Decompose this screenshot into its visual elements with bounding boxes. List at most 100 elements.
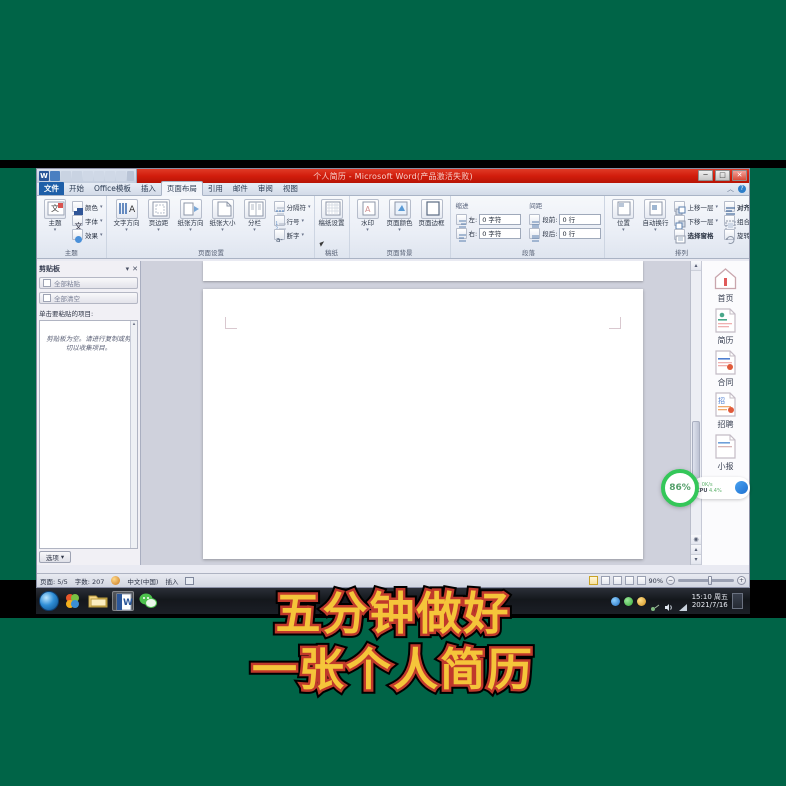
tab-mailings[interactable]: 邮件 <box>228 182 253 195</box>
breaks-button[interactable]: 分隔符 ▾ <box>273 200 311 215</box>
colorful-app-icon[interactable] <box>62 591 84 611</box>
clipboard-pane-close-icon[interactable]: ✕ <box>132 265 138 273</box>
orientation-caret[interactable]: ▾ <box>189 228 192 233</box>
tray-blue-icon[interactable] <box>610 596 620 606</box>
line-numbers-caret[interactable]: ▾ <box>302 218 305 224</box>
zoom-in-button[interactable]: + <box>737 576 746 585</box>
zoom-slider[interactable] <box>678 576 734 585</box>
taskbar-clock[interactable]: 15:10 周五 2021/7/16 <box>692 593 728 609</box>
selection-pane-button[interactable]: 选择窗格 <box>674 228 718 244</box>
theme-colors-caret[interactable]: ▾ <box>100 204 103 210</box>
send-backward-button[interactable]: 下移一层 ▾ <box>674 214 718 230</box>
sidebar-item-newsletter[interactable]: 小报 <box>702 433 749 472</box>
proofing-icon[interactable] <box>111 576 121 585</box>
theme-effects-button[interactable]: 效果 ▾ <box>72 228 103 243</box>
text-direction-button[interactable]: A 文字方向 ▾ <box>112 198 142 233</box>
clipboard-items-list[interactable]: 剪贴板为空。请进行复制或剪切以收集项目。 ▴ <box>39 320 138 549</box>
select-browse-object-icon[interactable]: ◉ <box>691 535 701 545</box>
scrollbar-thumb[interactable] <box>692 421 700 481</box>
vertical-scrollbar[interactable]: ▴ ◉ ▴ ▾ <box>690 261 701 565</box>
window-controls[interactable]: ─ □ ✕ <box>698 170 747 181</box>
position-caret[interactable]: ▾ <box>622 228 625 233</box>
zoom-out-button[interactable]: − <box>666 576 675 585</box>
space-after-input[interactable]: 0 行 <box>559 227 602 239</box>
indent-left-field-row[interactable]: 左: 0 字符 <box>455 213 522 227</box>
start-orb-icon[interactable] <box>39 591 59 611</box>
watermark-button[interactable]: A 水印 ▾ <box>353 198 383 233</box>
rotate-button[interactable]: 旋转 ▾ <box>723 228 749 244</box>
watermark-caret[interactable]: ▾ <box>366 228 369 233</box>
space-before-input[interactable]: 0 行 <box>559 213 602 225</box>
record-macro-icon[interactable] <box>185 576 195 585</box>
page-color-button[interactable]: 页面颜色 ▾ <box>385 198 415 233</box>
view-print-layout-button[interactable] <box>588 576 598 585</box>
volume-icon[interactable] <box>664 597 674 611</box>
tab-home[interactable]: 开始 <box>64 182 89 195</box>
columns-button[interactable]: 分栏 ▾ <box>240 198 270 233</box>
tab-view[interactable]: 视图 <box>278 182 303 195</box>
space-before-field-row[interactable]: 段前: 0 行 <box>529 213 602 227</box>
indent-right-input[interactable]: 0 字符 <box>479 227 522 239</box>
wrap-text-button[interactable]: 自动换行 ▾ <box>640 198 670 233</box>
paste-all-button[interactable]: 全部粘贴 <box>39 277 138 289</box>
clipboard-scroll-up-icon[interactable]: ▴ <box>131 321 137 327</box>
tray-green-icon[interactable] <box>623 596 633 606</box>
tab-office-templates[interactable]: Office模板 <box>89 182 136 195</box>
columns-caret[interactable]: ▾ <box>253 228 256 233</box>
tab-review[interactable]: 审阅 <box>253 182 278 195</box>
hyphenation-caret[interactable]: ▾ <box>302 232 305 238</box>
page-color-caret[interactable]: ▾ <box>398 228 401 233</box>
explorer-icon[interactable] <box>87 591 109 611</box>
page-borders-button[interactable]: 页面边框 <box>417 198 447 227</box>
network-icon[interactable] <box>650 597 660 611</box>
indent-right-field-row[interactable]: 右: 0 字符 <box>455 227 522 241</box>
wrap-text-caret[interactable]: ▾ <box>654 228 657 233</box>
bring-forward-button[interactable]: 上移一层 ▾ <box>674 200 718 216</box>
previous-page-icon[interactable]: ▴ <box>691 545 701 555</box>
paper-size-caret[interactable]: ▾ <box>221 228 224 233</box>
paper-size-button[interactable]: 纸张大小 ▾ <box>208 198 238 233</box>
clipboard-list-scrollbar[interactable]: ▴ <box>130 321 137 548</box>
sidebar-item-resume[interactable]: 简历 <box>702 307 749 346</box>
maximize-button[interactable]: □ <box>715 170 730 181</box>
zoom-level-label[interactable]: 90% <box>649 577 663 585</box>
bring-forward-caret[interactable]: ▾ <box>715 204 718 210</box>
help-question-icon[interactable]: ? <box>738 185 746 193</box>
theme-colors-button[interactable]: 颜色 ▾ <box>72 200 103 215</box>
monitor-badge-icon[interactable] <box>735 481 748 494</box>
signal-icon[interactable] <box>678 597 688 611</box>
line-numbers-button[interactable]: 12 行号 ▾ <box>273 214 311 231</box>
theme-fonts-caret[interactable]: ▾ <box>100 218 103 224</box>
view-full-screen-button[interactable] <box>600 576 610 585</box>
breaks-caret[interactable]: ▾ <box>308 204 311 210</box>
sidebar-item-contract[interactable]: 合同 <box>702 349 749 388</box>
status-word-count[interactable]: 字数: 207 <box>75 576 105 586</box>
view-web-layout-button[interactable] <box>612 576 622 585</box>
scrollbar-bottom-buttons[interactable]: ◉ ▴ ▾ <box>691 535 701 565</box>
tray-orange-icon[interactable] <box>636 596 646 606</box>
scroll-up-arrow-icon[interactable]: ▴ <box>691 261 701 271</box>
zoom-slider-thumb[interactable] <box>708 576 712 585</box>
memory-usage-gauge[interactable]: 86% <box>661 469 699 507</box>
margins-button[interactable]: 页边距 ▾ <box>144 198 174 233</box>
hyphenation-button[interactable]: a- 断字 ▾ <box>273 228 311 244</box>
space-after-field-row[interactable]: 段后: 0 行 <box>529 227 602 241</box>
tab-references[interactable]: 引用 <box>203 182 228 195</box>
status-page-count[interactable]: 页面: 5/5 <box>40 576 68 586</box>
sidebar-item-home[interactable]: 首页 <box>702 265 749 304</box>
margins-caret[interactable]: ▾ <box>157 228 160 233</box>
collapse-ribbon-icon[interactable]: ︿ <box>727 185 735 193</box>
theme-effects-caret[interactable]: ▾ <box>100 232 103 238</box>
view-outline-button[interactable] <box>624 576 634 585</box>
document-canvas[interactable]: ▴ ◉ ▴ ▾ <box>141 261 701 565</box>
view-draft-button[interactable] <box>636 576 646 585</box>
close-button[interactable]: ✕ <box>732 170 747 181</box>
document-page-current[interactable] <box>203 289 643 559</box>
next-page-icon[interactable]: ▾ <box>691 555 701 565</box>
text-direction-caret[interactable]: ▾ <box>125 228 128 233</box>
align-button[interactable]: 对齐 ▾ <box>723 200 749 215</box>
status-insert-mode[interactable]: 插入 <box>165 576 178 586</box>
tab-page-layout[interactable]: 页面布局 <box>160 181 203 196</box>
indent-left-input[interactable]: 0 字符 <box>479 213 522 225</box>
themes-button[interactable]: 文 主题 ▾ <box>40 198 70 233</box>
